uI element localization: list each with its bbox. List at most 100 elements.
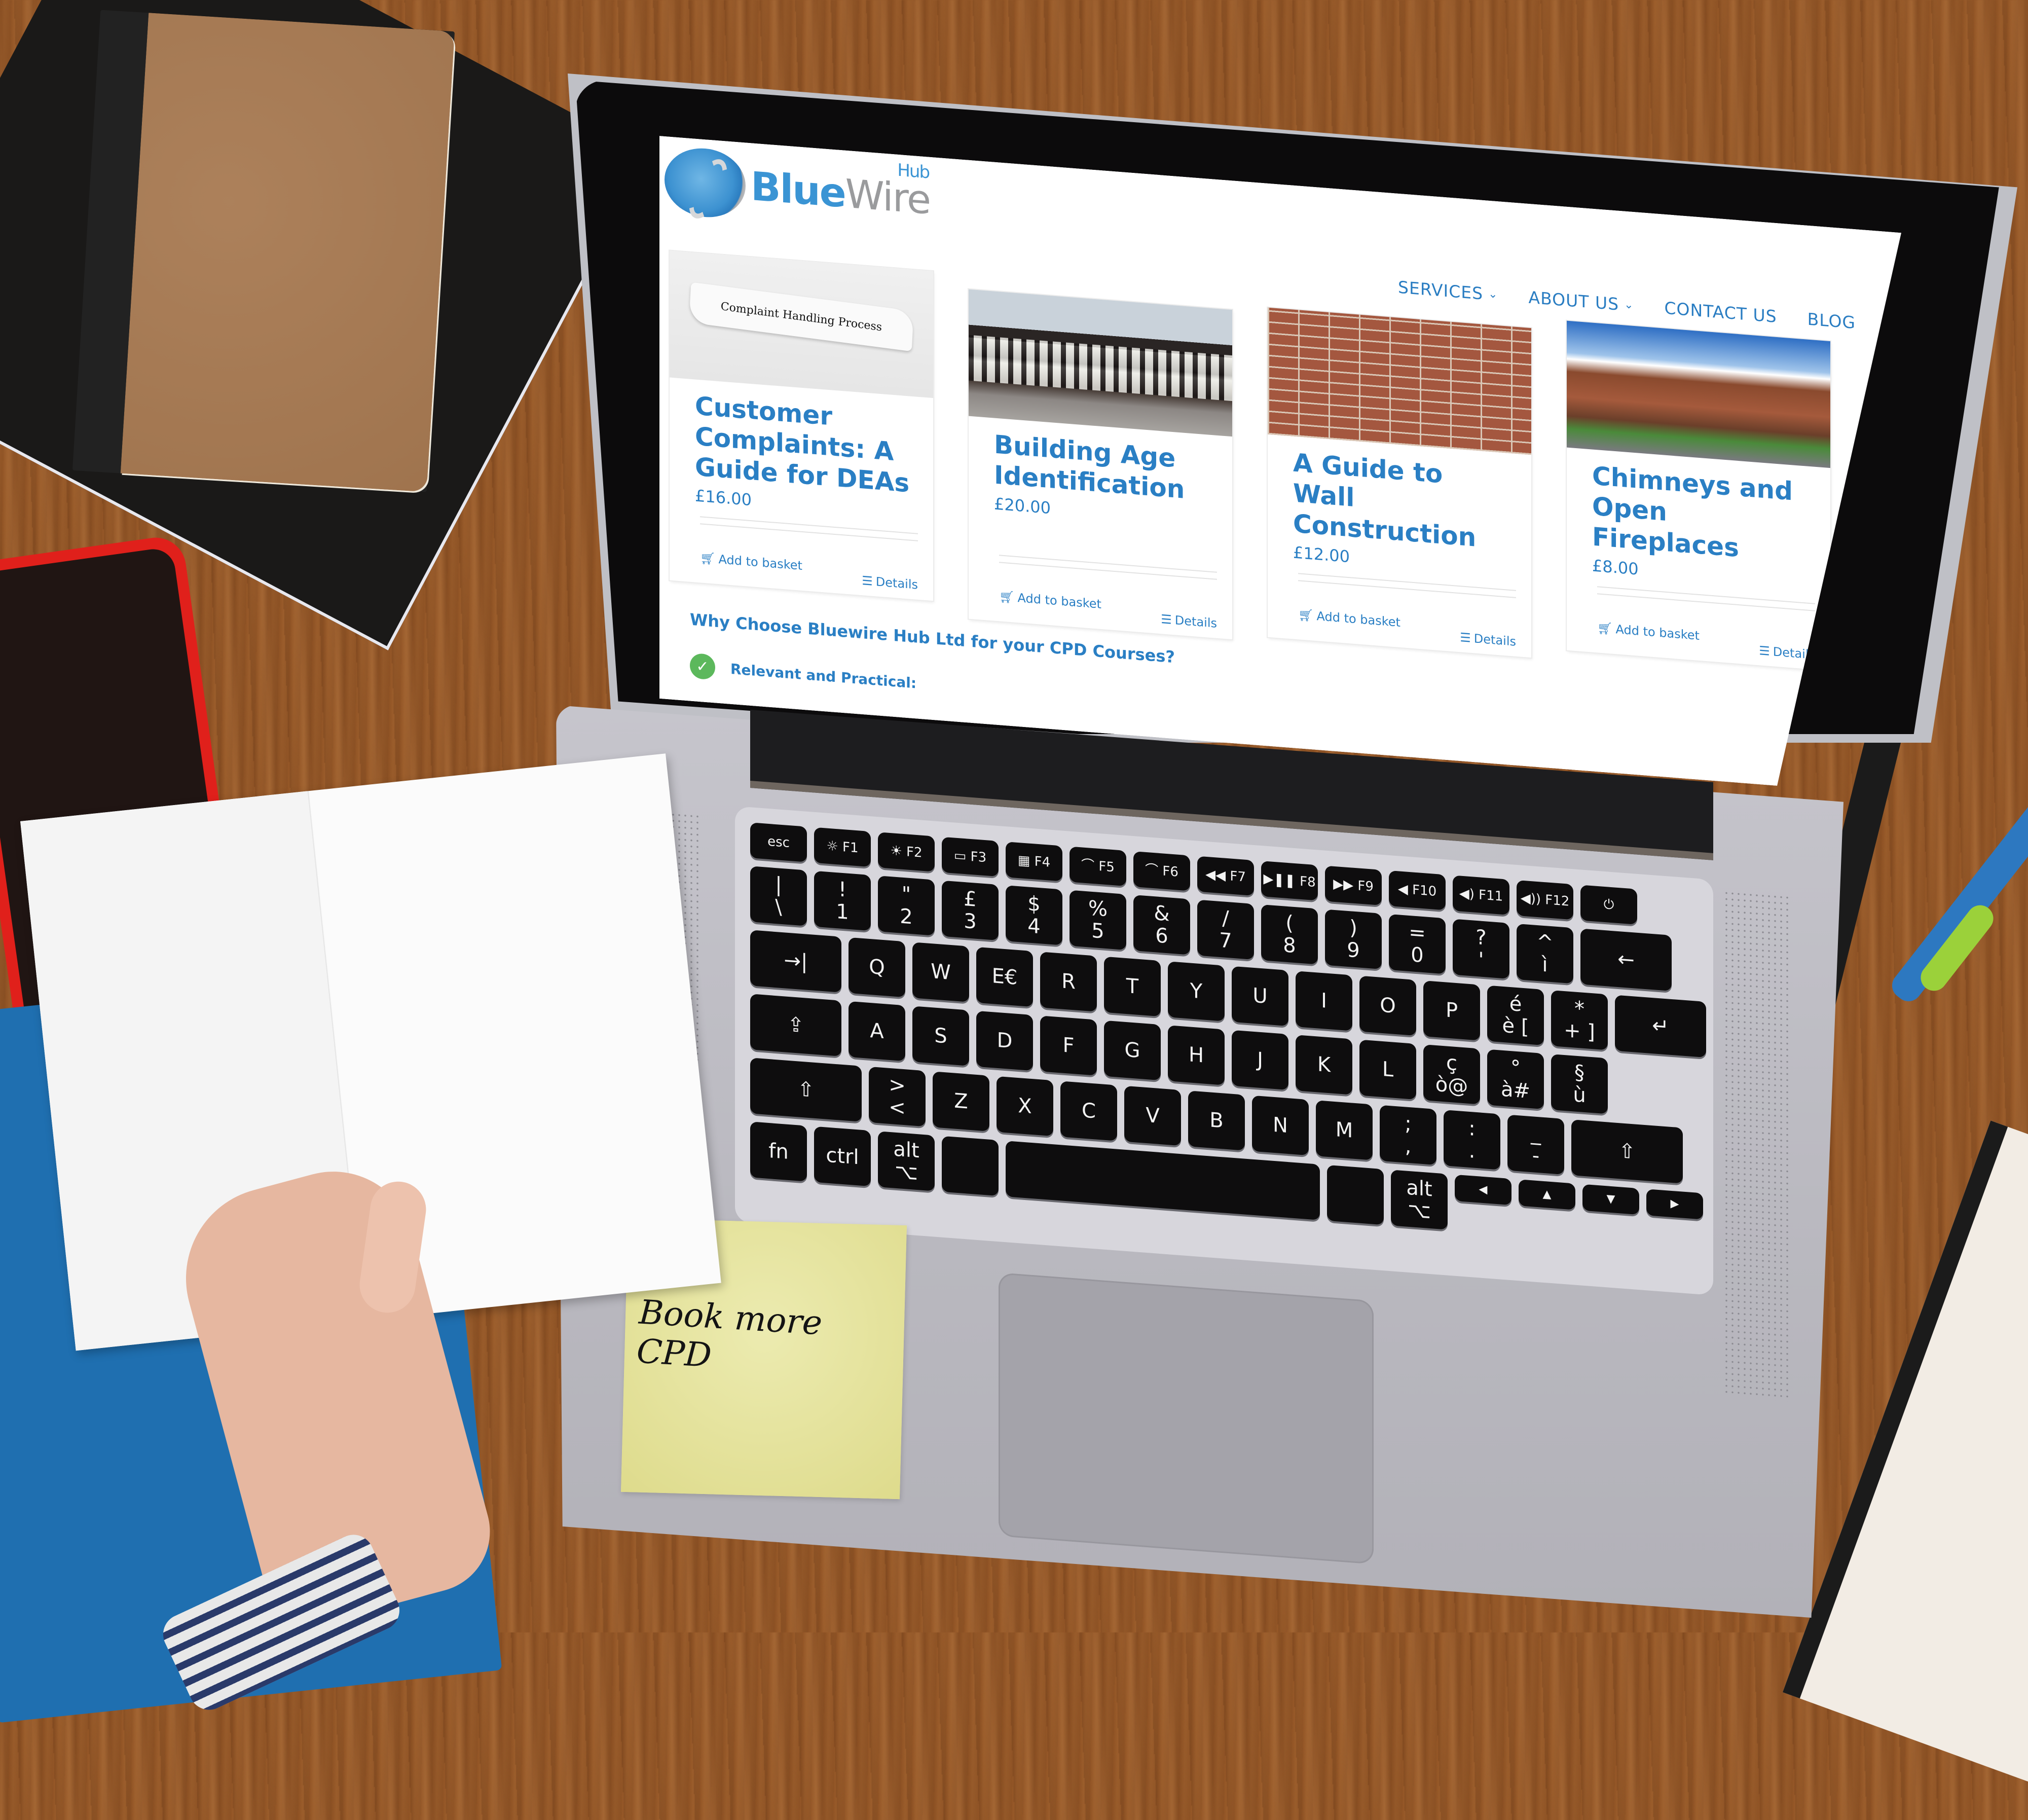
key[interactable]: M (1316, 1100, 1373, 1160)
key[interactable]: : . (1444, 1110, 1500, 1170)
product-image-terraced-houses[interactable] (1567, 321, 1830, 468)
key[interactable]: ⇧ (750, 1058, 862, 1122)
key[interactable]: $ 4 (1006, 885, 1062, 945)
key[interactable]: ctrl (814, 1126, 871, 1187)
key[interactable]: N (1252, 1095, 1309, 1156)
key[interactable]: L (1359, 1039, 1416, 1100)
key[interactable]: ← (1580, 928, 1672, 991)
key[interactable]: * + ] (1551, 990, 1608, 1050)
key[interactable]: V (1124, 1085, 1181, 1146)
product-title[interactable]: Customer Complaints: A Guide for DEAs (695, 390, 913, 499)
key[interactable]: £ 3 (942, 880, 999, 941)
key[interactable]: alt ⌥ (878, 1131, 935, 1191)
key[interactable]: ▭ F3 (942, 836, 999, 877)
nav-about-us[interactable]: ABOUT US ⌄ (1529, 287, 1634, 315)
key[interactable]: ◀ F10 (1389, 870, 1446, 911)
key[interactable]: W (912, 942, 969, 1002)
product-image-tudor-building[interactable] (969, 289, 1232, 437)
key[interactable]: Z (933, 1071, 989, 1132)
key[interactable]: " 2 (878, 876, 935, 936)
product-title[interactable]: A Guide to Wall Construction (1293, 447, 1511, 556)
key[interactable]: ◀ (1455, 1174, 1511, 1206)
key[interactable]: J (1232, 1030, 1288, 1090)
key[interactable]: C (1060, 1081, 1117, 1141)
key[interactable]: ) 9 (1325, 909, 1382, 969)
key[interactable]: é è [ (1487, 985, 1544, 1046)
key[interactable]: ▶ (1646, 1189, 1703, 1220)
key[interactable]: ⌒ F5 (1070, 846, 1126, 887)
key[interactable]: ⌒ F6 (1133, 851, 1190, 891)
key[interactable]: _ - (1507, 1114, 1564, 1175)
key[interactable]: P (1423, 980, 1480, 1041)
key[interactable]: H (1168, 1025, 1225, 1085)
key[interactable]: ⇪ (750, 994, 841, 1057)
key[interactable]: ▼ (1582, 1184, 1639, 1215)
key[interactable]: / 7 (1197, 899, 1254, 960)
nav-services[interactable]: SERVICES ⌄ (1398, 277, 1498, 305)
details-button[interactable]: ☰ Details (862, 573, 918, 592)
key[interactable]: ◀) F11 (1453, 875, 1509, 915)
key[interactable] (1327, 1164, 1384, 1225)
key[interactable]: ^ ì (1517, 923, 1573, 984)
key[interactable]: R (1040, 952, 1097, 1012)
key[interactable]: T (1104, 956, 1161, 1017)
key[interactable]: F (1040, 1015, 1097, 1076)
key[interactable] (942, 1136, 999, 1196)
key[interactable]: & 6 (1133, 895, 1190, 955)
key[interactable]: ? ' (1453, 919, 1509, 979)
key[interactable]: alt ⌥ (1391, 1170, 1448, 1230)
key[interactable]: ; , (1380, 1105, 1436, 1166)
site-logo[interactable]: BlueWire Hub (665, 145, 930, 235)
add-to-basket-button[interactable]: 🛒︎ Add to basket (1597, 621, 1700, 643)
key[interactable]: ☀ F2 (878, 832, 935, 872)
trackpad[interactable] (999, 1272, 1374, 1564)
product-image-brick-wall[interactable] (1268, 308, 1531, 455)
key[interactable]: A (849, 1001, 905, 1062)
key[interactable]: ◀◀ F7 (1197, 856, 1254, 896)
key[interactable]: B (1188, 1090, 1245, 1151)
add-to-basket-button[interactable]: 🛒︎ Add to basket (1298, 607, 1400, 630)
key[interactable]: U (1232, 966, 1288, 1027)
key[interactable]: ◀)) F12 (1517, 880, 1573, 920)
product-image-complaint[interactable]: Complaint Handling Process (670, 251, 933, 398)
key[interactable]: S (912, 1006, 969, 1066)
key[interactable]: X (997, 1076, 1053, 1137)
key[interactable]: K (1296, 1035, 1352, 1095)
nav-contact-us[interactable]: CONTACT US (1665, 298, 1777, 326)
key[interactable]: D (976, 1010, 1033, 1071)
product-title[interactable]: Building Age Identification (994, 429, 1212, 507)
key[interactable]: I (1296, 971, 1352, 1031)
details-button[interactable]: ☰ Details (1161, 612, 1217, 631)
key[interactable]: fn (750, 1121, 807, 1182)
product-title[interactable]: Chimneys and Open Fireplaces (1592, 461, 1810, 569)
key[interactable]: esc (750, 822, 807, 862)
add-to-basket-button[interactable]: 🛒︎ Add to basket (700, 551, 802, 573)
key[interactable]: > < (869, 1066, 926, 1127)
keyboard[interactable]: esc ☼ F1 ☀ F2 ▭ F3 ▦ F4 ⌒ F5 ⌒ F6 ◀◀ F7 ▶❚❚ F8 ▶▶… (735, 806, 1713, 1296)
key[interactable]: ▲ (1519, 1179, 1575, 1210)
key[interactable]: G (1104, 1020, 1161, 1081)
key[interactable]: ⏻ (1580, 885, 1637, 925)
key[interactable]: % 5 (1070, 890, 1126, 951)
key[interactable]: ° à# (1487, 1049, 1544, 1110)
key[interactable]: O (1359, 975, 1416, 1036)
key[interactable]: ▦ F4 (1006, 842, 1062, 882)
key[interactable]: ⇧ (1571, 1119, 1683, 1184)
details-button[interactable]: ☰ Details (1460, 630, 1516, 649)
key[interactable]: ( 8 (1261, 904, 1318, 965)
key[interactable]: ▶▶ F9 (1325, 865, 1382, 905)
key[interactable]: →| (750, 930, 841, 993)
key[interactable]: E€ (976, 947, 1033, 1007)
key[interactable]: § ù (1551, 1054, 1608, 1114)
key[interactable]: ! 1 (814, 870, 871, 931)
key[interactable]: Q (849, 937, 905, 998)
key[interactable]: ☼ F1 (814, 827, 871, 867)
key[interactable]: | \ (750, 866, 807, 926)
key[interactable]: ↵ (1615, 995, 1706, 1058)
key[interactable]: Y (1168, 961, 1225, 1022)
key[interactable]: ç ò@ (1423, 1044, 1480, 1105)
nav-blog[interactable]: BLOG (1808, 309, 1856, 333)
key[interactable]: ▶❚❚ F8 (1261, 861, 1318, 901)
add-to-basket-button[interactable]: 🛒︎ Add to basket (999, 589, 1101, 611)
key[interactable]: = 0 (1389, 914, 1446, 974)
